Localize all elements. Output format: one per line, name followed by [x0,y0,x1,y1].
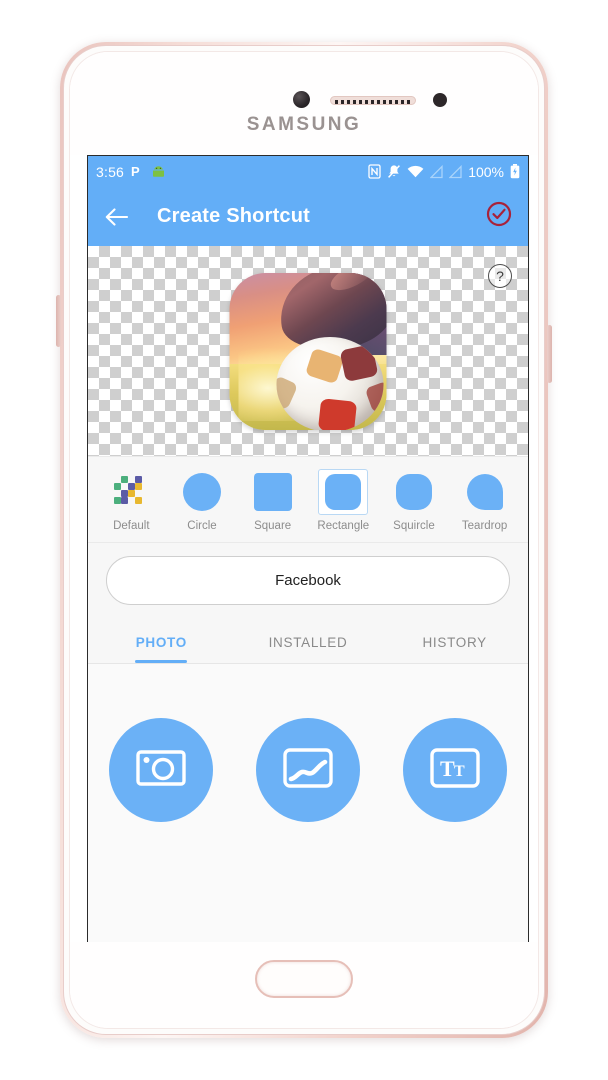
app-icon-preview[interactable] [229,273,387,430]
shortcut-name-row [88,543,528,619]
power-button[interactable] [547,325,552,383]
shape-swatch-box [318,469,369,515]
status-bar: 3:56 P 100% [88,156,528,187]
camera-button[interactable] [109,718,214,822]
rectangle-shape-icon [325,474,362,510]
phone-frame: SAMSUNG 3:56 P 100% Create Shortcut ? De… [60,42,548,1038]
shape-label: Squircle [393,520,435,532]
mosaic-tile [121,497,129,504]
earpiece-holes [335,99,413,104]
back-button[interactable] [104,207,129,227]
volume-rocker[interactable] [56,295,61,347]
confirm-check-icon[interactable] [486,201,512,232]
shape-swatch-box [106,469,156,515]
shape-option-square[interactable]: Square [240,469,306,532]
phone-bottom-hardware [70,942,538,1028]
phone-screen: 3:56 P 100% Create Shortcut ? Default Ci… [87,155,529,949]
front-camera-icon [293,91,310,108]
mosaic-tile [135,483,143,490]
shape-swatch-box [248,469,298,515]
icon-soccer-ball [276,337,384,430]
home-button[interactable] [255,960,353,998]
signal-empty-icon [449,164,462,179]
shape-option-default[interactable]: Default [98,469,164,532]
shape-label: Square [254,520,292,532]
shape-swatch-box [389,469,439,515]
signal-empty-icon [430,164,443,179]
mosaic-tile [121,476,129,483]
mosaic-tile [135,497,143,504]
ball-patch [339,343,379,382]
battery-icon [510,164,520,179]
ball-patch [364,381,384,415]
shape-label: Teardrop [461,520,508,532]
proximity-sensor-icon [433,93,447,107]
wifi-icon [407,165,424,179]
shortcut-name-input[interactable] [106,556,510,605]
tab-bar: PHOTO INSTALLED HISTORY [88,619,528,664]
shape-swatch-box [460,469,510,515]
phone-top-hardware: SAMSUNG [70,52,538,155]
circle-shape-icon [182,473,221,511]
tab-history[interactable]: HISTORY [381,619,528,663]
page-title: Create Shortcut [157,205,311,227]
image-icon [282,745,334,796]
default-mosaic-icon [114,476,148,508]
battery-percent-label: 100% [468,163,504,180]
tab-photo[interactable]: PHOTO [88,619,235,663]
app-icon-artwork [229,273,387,430]
ball-patch [276,375,299,411]
earpiece-speaker-icon [330,96,416,105]
shape-option-squircle[interactable]: Squircle [381,469,447,532]
mosaic-tile [121,490,129,497]
phone-bezel: SAMSUNG 3:56 P 100% Create Shortcut ? De… [69,51,539,1029]
status-bar-right: 100% [368,164,520,180]
help-icon[interactable]: ? [488,264,512,288]
ball-patch [317,397,358,430]
brand-logo: SAMSUNG [246,114,362,135]
ball-patch [305,348,345,385]
mosaic-tile [128,483,136,490]
gallery-button[interactable] [255,718,360,822]
camera-icon [135,746,187,795]
help-label: ? [496,268,504,284]
app-bar: Create Shortcut [88,187,528,246]
parking-p-icon: P [131,164,144,179]
shape-option-rectangle[interactable]: Rectangle [310,469,376,532]
svg-text:P: P [131,164,140,179]
icon-cleat-highlight [327,273,379,295]
svg-text:T: T [440,756,455,781]
mosaic-tile [114,497,122,504]
phone-body: SAMSUNG 3:56 P 100% Create Shortcut ? De… [63,45,545,1035]
text-button[interactable]: T T [402,718,507,822]
icon-preview-area: ? [88,246,528,456]
shape-option-teardrop[interactable]: Teardrop [452,469,518,532]
source-panel: T T [88,664,528,948]
shape-label: Circle [187,520,217,532]
nfc-icon [368,164,381,179]
bell-off-icon [387,164,401,179]
shape-label: Rectangle [317,520,370,532]
svg-text:T: T [454,763,465,780]
teardrop-shape-icon [466,474,503,510]
status-bar-left: 3:56 P [96,164,166,180]
mosaic-tile [128,490,136,497]
shape-option-circle[interactable]: Circle [169,469,235,532]
android-robot-icon [151,165,166,178]
status-time: 3:56 [96,163,125,180]
shape-chooser: Default Circle Square Rectangle Squircle… [88,456,528,543]
text-icon: T T [429,745,481,796]
mosaic-tile [114,483,122,490]
square-shape-icon [253,473,292,511]
shape-label: Default [113,520,150,532]
tab-installed[interactable]: INSTALLED [235,619,382,663]
mosaic-tile [135,476,143,483]
shape-swatch-box [177,469,227,515]
squircle-shape-icon [395,474,432,510]
